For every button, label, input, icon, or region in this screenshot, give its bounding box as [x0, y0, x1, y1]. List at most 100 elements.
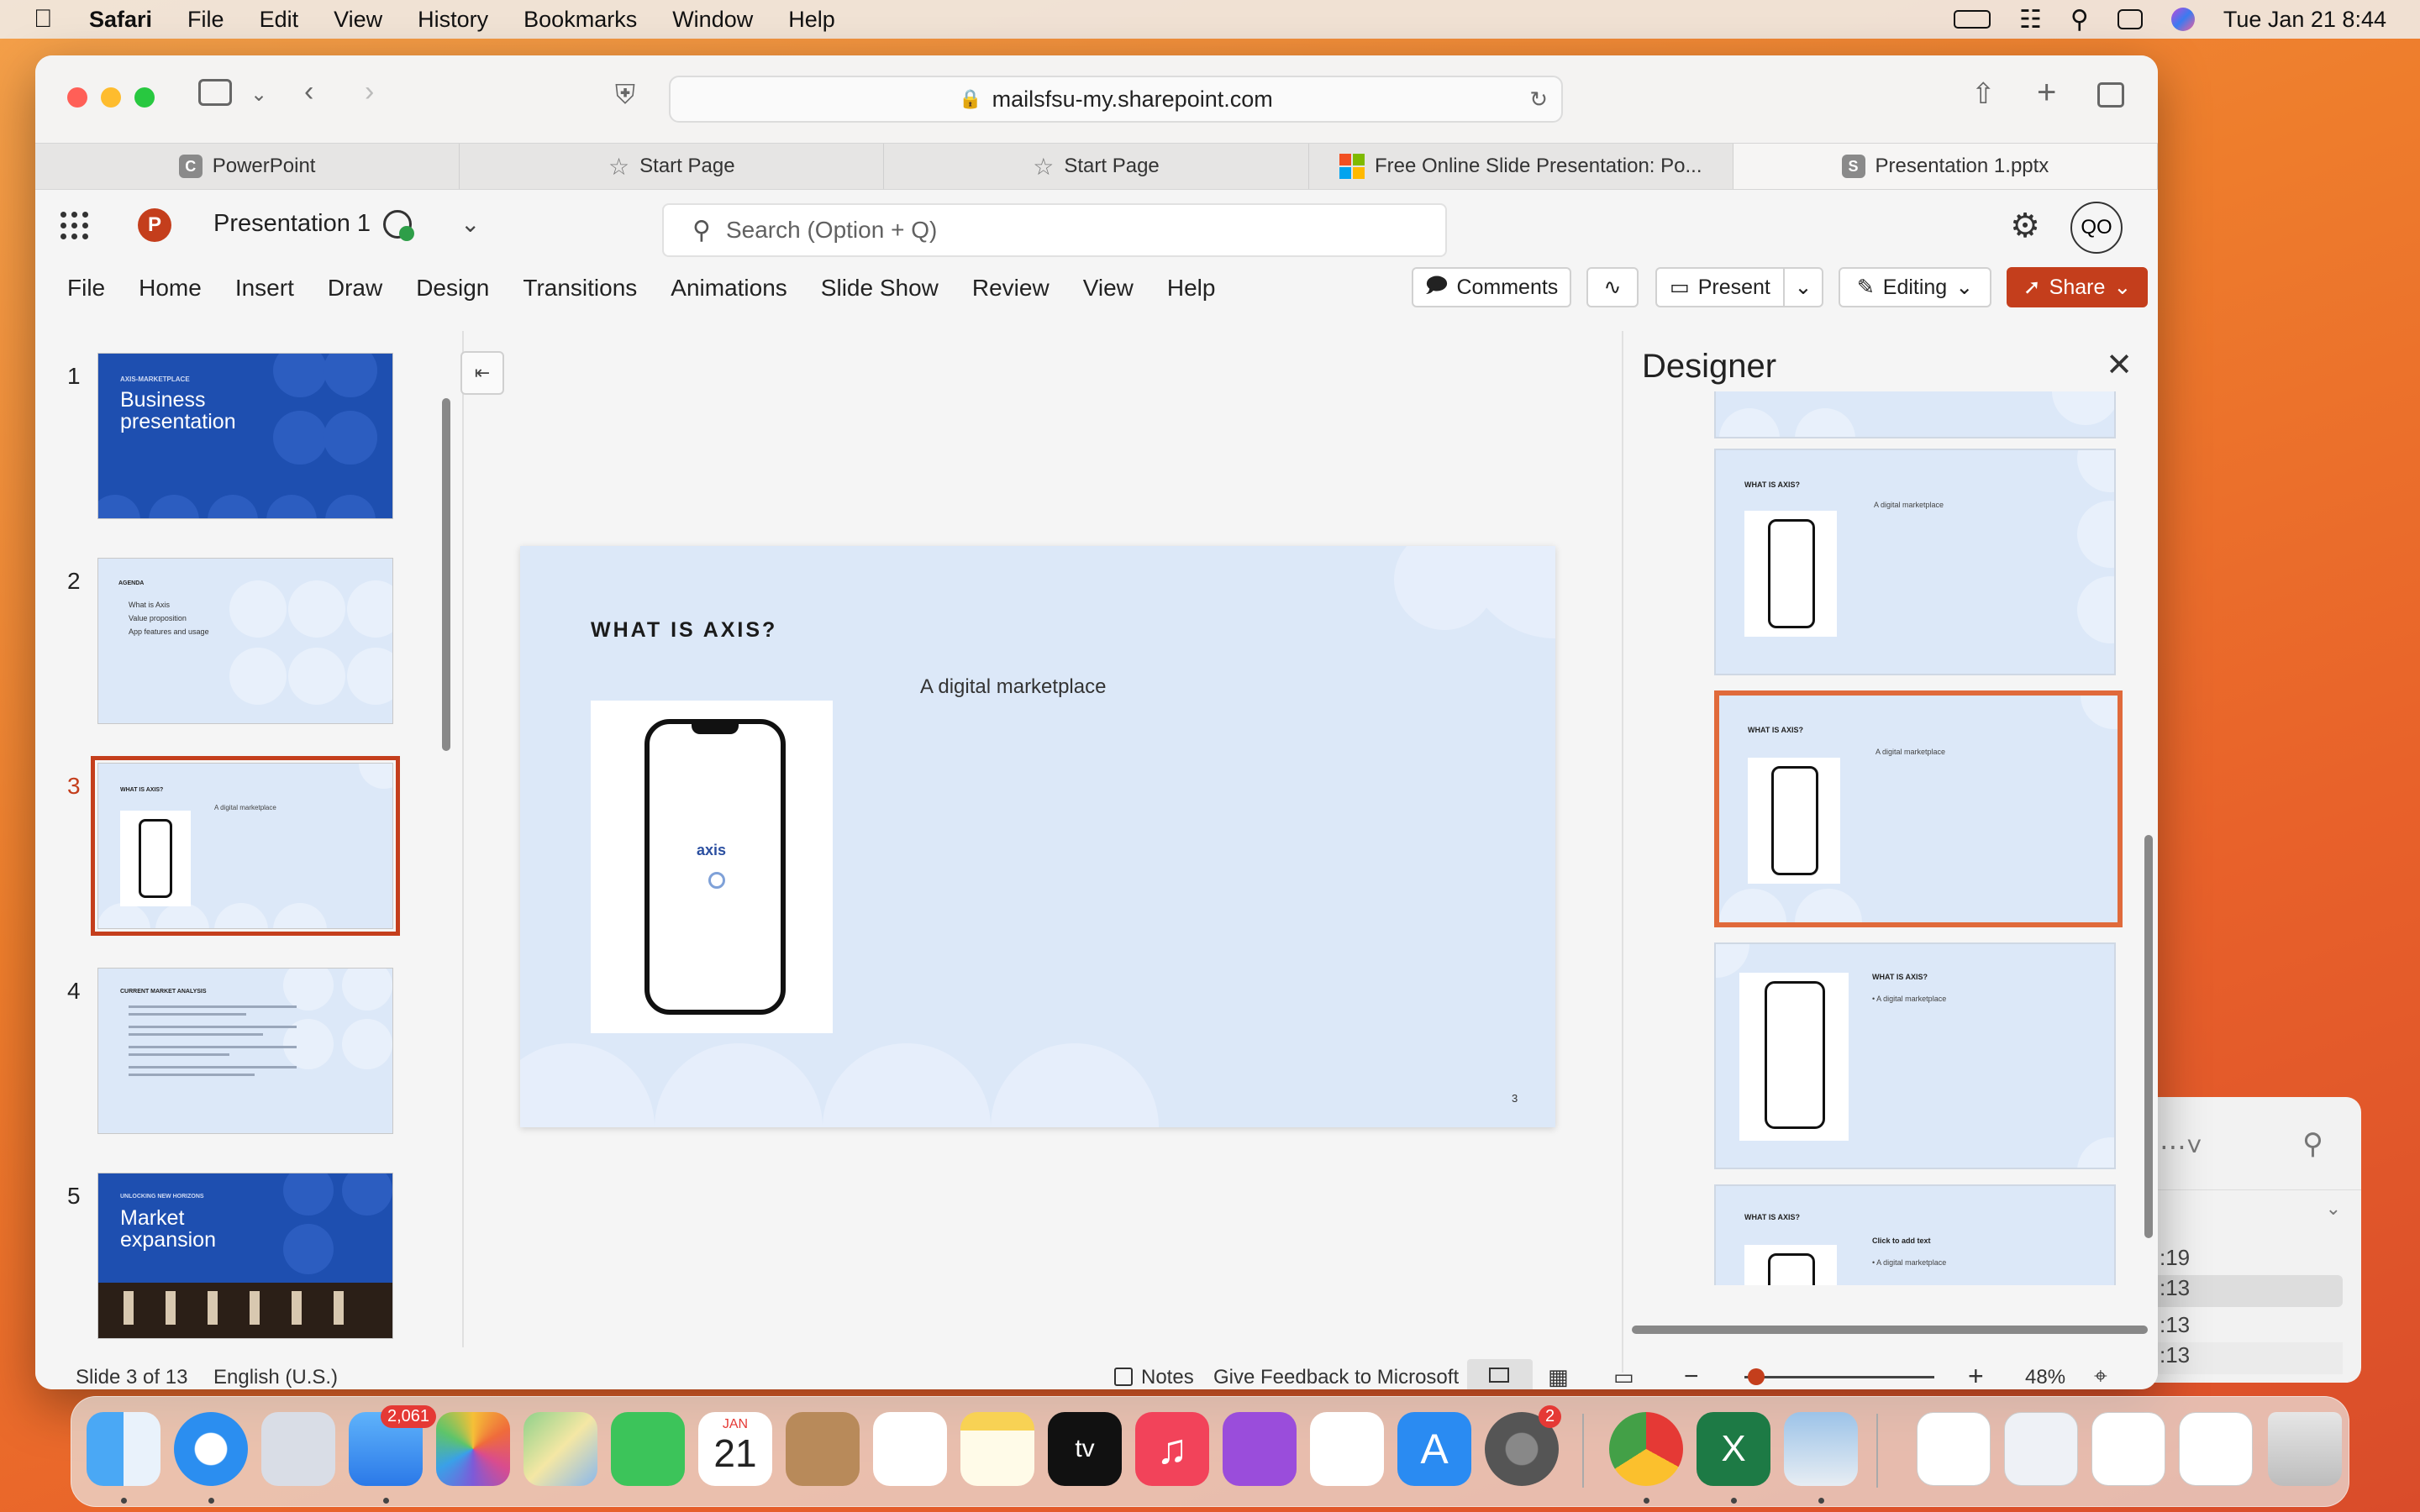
app-launcher-icon[interactable] — [60, 212, 89, 240]
zoom-in-button[interactable]: + — [1968, 1361, 1984, 1389]
menu-help[interactable]: Help — [788, 7, 835, 33]
calendar-icon[interactable]: JAN 21 — [698, 1412, 772, 1486]
battery-icon[interactable] — [1953, 10, 1991, 29]
notes-icon[interactable] — [960, 1412, 1034, 1486]
share-icon[interactable]: ⇧ — [1971, 77, 1996, 111]
feedback-link[interactable]: Give Feedback to Microsoft — [1213, 1366, 1459, 1389]
notes-icon[interactable] — [1114, 1368, 1133, 1386]
tab-start-page[interactable]: ☆ Start Page — [884, 144, 1309, 189]
tab-animations[interactable]: Animations — [671, 275, 787, 302]
recent-document-icon[interactable] — [2004, 1412, 2078, 1486]
menu-window[interactable]: Window — [672, 7, 753, 33]
address-bar[interactable]: 🔒 mailsfsu-my.sharepoint.com ↻ — [669, 76, 1563, 123]
music-icon[interactable]: ♫ — [1135, 1412, 1209, 1486]
app-store-icon[interactable]: A — [1397, 1412, 1471, 1486]
present-button[interactable]: ▭ Present — [1655, 267, 1785, 307]
slide-thumbnail-1[interactable]: AXIS-MARKETPLACE Business presentation — [97, 353, 393, 519]
slide-thumbnail-5[interactable]: UNLOCKING NEW HORIZONS Market expansion — [97, 1173, 393, 1339]
tab-file[interactable]: File — [67, 275, 105, 302]
forward-icon[interactable]: › — [365, 76, 374, 108]
design-idea-1[interactable]: WHAT IS AXIS? A digital marketplace — [1714, 449, 2116, 675]
zoom-out-button[interactable]: − — [1684, 1362, 1699, 1389]
grid-view-icon[interactable]: ▦ — [1548, 1364, 1569, 1389]
facetime-icon[interactable] — [611, 1412, 685, 1486]
document-title[interactable]: Presentation 1 — [213, 210, 371, 238]
apple-icon[interactable]:  — [34, 5, 59, 34]
comments-button[interactable]: 🗩 Comments — [1412, 267, 1571, 307]
close-window-button[interactable] — [67, 87, 87, 108]
tab-transitions[interactable]: Transitions — [523, 275, 637, 302]
designer-horizontal-scrollbar[interactable] — [1632, 1326, 2148, 1334]
trash-icon[interactable] — [2268, 1412, 2342, 1486]
tab-draw[interactable]: Draw — [328, 275, 382, 302]
zoom-slider[interactable] — [1744, 1368, 1934, 1385]
zoom-window-button[interactable] — [134, 87, 155, 108]
maps-icon[interactable] — [523, 1412, 597, 1486]
tab-home[interactable]: Home — [139, 275, 202, 302]
zoom-slider-thumb[interactable] — [1748, 1368, 1765, 1385]
chevron-down-icon[interactable]: ⌄ — [2326, 1198, 2341, 1220]
language-indicator[interactable]: English (U.S.) — [213, 1366, 338, 1389]
spotlight-icon[interactable]: ⚲ — [2070, 5, 2089, 34]
clock[interactable]: Tue Jan 21 8:44 — [2223, 7, 2386, 33]
tab-view[interactable]: View — [1083, 275, 1134, 302]
news-icon[interactable] — [1310, 1412, 1384, 1486]
more-icon[interactable]: ⋯˅ — [2160, 1131, 2202, 1163]
powerpoint-logo-icon[interactable]: P — [138, 208, 171, 242]
tab-free-online-slide[interactable]: Free Online Slide Presentation: Po... — [1309, 144, 1733, 189]
sidebar-icon[interactable] — [198, 79, 232, 106]
chrome-icon[interactable] — [1609, 1412, 1683, 1486]
avatar[interactable]: QO — [2070, 202, 2123, 254]
excel-icon[interactable]: X — [1697, 1412, 1770, 1486]
tab-start-page[interactable]: ☆ Start Page — [460, 144, 885, 189]
launchpad-icon[interactable] — [261, 1412, 335, 1486]
menu-bookmarks[interactable]: Bookmarks — [523, 7, 637, 33]
present-options-button[interactable]: ⌄ — [1783, 267, 1823, 307]
tab-insert[interactable]: Insert — [235, 275, 294, 302]
photos-icon[interactable] — [436, 1412, 510, 1486]
new-tab-icon[interactable]: + — [2037, 74, 2056, 112]
presenter-view-icon[interactable]: ▭ — [1613, 1364, 1634, 1389]
tab-overview-icon[interactable] — [2097, 82, 2124, 108]
fit-to-window-icon[interactable]: ⌖ — [2094, 1362, 2107, 1389]
settings-gear-icon[interactable]: ⚙ — [2010, 207, 2040, 245]
reload-icon[interactable]: ↻ — [1529, 87, 1548, 113]
tab-help[interactable]: Help — [1167, 275, 1216, 302]
phone-image[interactable]: axis — [591, 701, 833, 1033]
menu-file[interactable]: File — [187, 7, 224, 33]
design-idea-2-selected[interactable]: WHAT IS AXIS? A digital marketplace — [1714, 690, 2123, 927]
design-idea-partial[interactable] — [1714, 391, 2116, 438]
control-center-icon[interactable] — [2117, 9, 2143, 29]
tab-slide-show[interactable]: Slide Show — [821, 275, 939, 302]
editing-mode-button[interactable]: ✎ Editing ⌄ — [1839, 267, 1991, 307]
menu-edit[interactable]: Edit — [260, 7, 299, 33]
collapse-pane-button[interactable]: ⇤ — [460, 351, 504, 395]
minimize-window-button[interactable] — [101, 87, 121, 108]
slide-canvas[interactable]: WHAT IS AXIS? A digital marketplace axis… — [520, 546, 1555, 1127]
apple-tv-icon[interactable]: tv — [1048, 1412, 1122, 1486]
catch-up-button[interactable]: ∿ — [1586, 267, 1639, 307]
zoom-level[interactable]: 48% — [2025, 1366, 2065, 1389]
close-icon[interactable]: ✕ — [2106, 346, 2133, 384]
reminders-icon[interactable] — [873, 1412, 947, 1486]
contacts-icon[interactable] — [786, 1412, 860, 1486]
slide-thumbnail-3[interactable]: WHAT IS AXIS? A digital marketplace — [91, 756, 400, 936]
share-button[interactable]: ➚ Share ⌄ — [2007, 267, 2148, 307]
recent-document-icon[interactable] — [2179, 1412, 2253, 1486]
menu-view[interactable]: View — [334, 7, 382, 33]
designer-vertical-scrollbar[interactable] — [2144, 835, 2153, 1238]
tab-presentation[interactable]: S Presentation 1.pptx — [1733, 144, 2158, 189]
design-idea-3[interactable]: WHAT IS AXIS? • A digital marketplace — [1714, 942, 2116, 1169]
chevron-down-icon[interactable]: ⌄ — [460, 210, 480, 238]
podcasts-icon[interactable] — [1223, 1412, 1297, 1486]
search-icon[interactable]: ⚲ — [2302, 1127, 2323, 1161]
slide-thumbnail-4[interactable]: CURRENT MARKET ANALYSIS — [97, 968, 393, 1134]
slide-subtitle[interactable]: A digital marketplace — [920, 675, 1106, 699]
safari-icon[interactable] — [174, 1412, 248, 1486]
recent-document-icon[interactable] — [1917, 1412, 1991, 1486]
design-idea-4[interactable]: WHAT IS AXIS? Click to add text • A digi… — [1714, 1184, 2116, 1285]
search-box[interactable]: ⚲ Search (Option + Q) — [662, 203, 1447, 257]
menu-history[interactable]: History — [418, 7, 488, 33]
slide-title[interactable]: WHAT IS AXIS? — [591, 618, 777, 643]
tab-powerpoint[interactable]: C PowerPoint — [35, 144, 460, 189]
